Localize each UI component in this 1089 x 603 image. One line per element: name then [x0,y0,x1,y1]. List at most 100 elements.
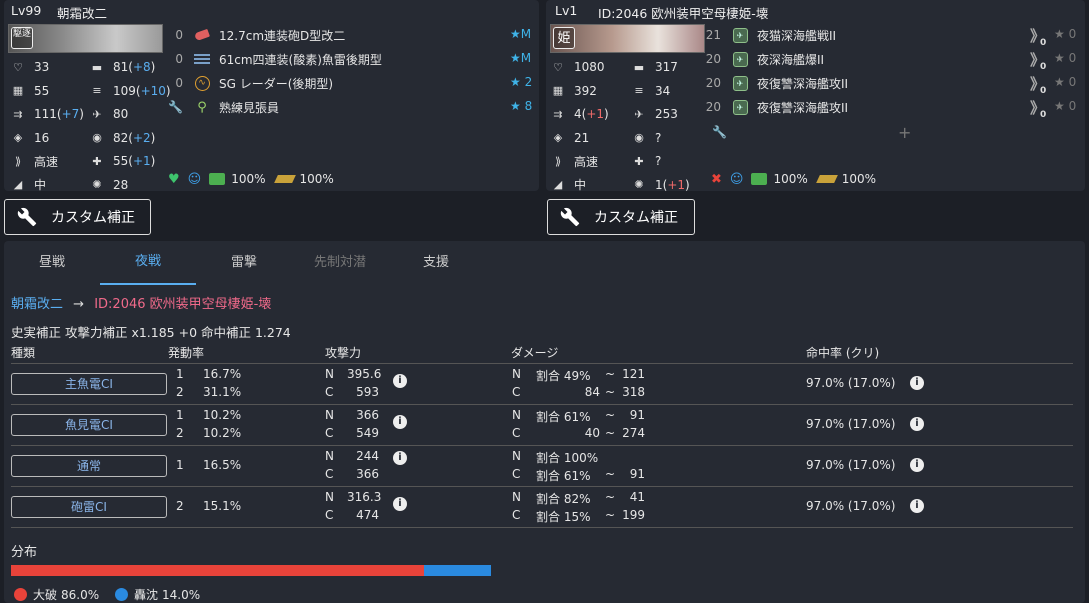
fuel-value: 100% [773,172,808,186]
ammo-value: 100% [299,172,334,186]
star-icon[interactable]: ★ 0 [1054,75,1076,89]
damage-min: 割合 49% [536,369,591,383]
stat-firepower: ▬ 81 (+8) [90,59,156,75]
stat-armor: ▦ 392 [551,83,597,99]
rate-value: 10.2% [203,408,242,422]
proficiency-chevron-icon[interactable]: 》0 [1030,25,1046,48]
hit-info-icon[interactable]: i [910,458,924,472]
stat-luck: ✚ 55 (+1) [90,153,155,169]
hit-info-icon[interactable]: i [910,417,924,431]
attacker-card: Lv99 朝霜改二 駆逐 ♡ 33 ▬ 81 (+8) ▦ 55 ≡ 109 (+10) ⇉ 111(… [4,0,539,193]
proficiency-chevron-icon[interactable]: 》0 [1030,97,1046,120]
rate-index: 2 [176,385,184,399]
route-attacker[interactable]: 朝霜改二 [11,297,63,312]
table-row: 魚見電CI 1 10.2% 2 10.2% N 366 C 549 i N 割合 61% ~91 C 40 ~… [11,405,1073,446]
rate-index: 1 [176,458,184,472]
equipment-slot[interactable]: 21 ✈ 夜猫深海艦戦II [699,26,836,44]
route-defender[interactable]: ID:2046 欧州装甲空母棲姫-壊 [94,297,271,312]
attack-type-button[interactable]: 魚見電CI [11,414,167,436]
power-kind: C [325,508,334,522]
distribution-title: 分布 [11,545,38,560]
attack-type-button[interactable]: 通常 [11,455,167,477]
equipment-slot[interactable]: 0 12.7cm連装砲D型改二 [161,26,345,44]
equipment-slot[interactable]: 0 61cm四連装(酸素)魚雷後期型 [161,50,382,68]
power-info-icon[interactable]: i [393,374,407,388]
damage-min: 割合 15% [536,510,591,524]
damage-sep: ~ [605,490,616,504]
damage-sep: ~ [605,367,616,381]
star-icon[interactable]: ★ 0 [1054,27,1076,41]
attacker-banner[interactable]: 駆逐 [8,24,163,53]
evasion-icon: ⇉ [13,107,23,121]
equipment-slot[interactable]: 20 ✈ 夜復讐深海艦攻II [699,74,848,92]
hit-rate: 97.0% (17.0%) [806,458,896,472]
stat-aa: ✈ 253 [632,106,678,122]
stat-bonus: (+1) [581,107,609,121]
custom-button-label: カスタム補正 [594,210,678,226]
equipment-slot[interactable]: 0 ∿ SG レーダー(後期型) [161,74,333,92]
stat-heart: ♡ 33 [11,59,49,75]
fuel-icon [751,173,768,185]
legend-blue-dot [115,588,128,601]
aa-icon: ✈ [634,107,644,121]
equipment-slot[interactable]: 🔧 ⚲ 熟練見張員 [161,98,279,116]
stat-value: 33 [34,60,50,74]
stat-value: 28 [113,177,129,192]
power-info-icon[interactable]: i [393,415,407,429]
stat-value: 高速 [574,154,599,169]
tab-night[interactable]: 夜戦 [100,241,196,285]
improvement-level: ★M [510,51,532,65]
hit-info-icon[interactable]: i [910,499,924,513]
equipment-slot[interactable]: 20 ✈ 夜深海艦爆II [699,50,824,68]
damage-min: 割合 82% [536,492,591,506]
equipment-name: 61cm四連装(酸素)魚雷後期型 [219,52,382,67]
power-info-icon[interactable]: i [393,451,407,465]
improvement-level: ★ 2 [510,75,533,89]
defender-banner[interactable]: 姫 [550,24,705,53]
attack-type-button[interactable]: 砲雷CI [11,496,167,518]
stat-evasion: ⇉ 111 (+7) [11,106,84,122]
heart-status-icon: ♥ [168,171,180,187]
extra-slot-add[interactable]: + [898,123,911,142]
stat-torpedo: ≡ 34 [632,83,670,99]
wrench-icon: ⚲ [197,99,207,115]
stat-value: 80 [113,107,129,121]
stat-bonus: (+2) [128,130,156,145]
stat-value: 111 [34,107,57,121]
tab-day[interactable]: 昼戦 [4,241,100,285]
proficiency-chevron-icon[interactable]: 》0 [1030,73,1046,96]
accuracy-icon: ✺ [92,178,102,191]
attacker-name[interactable]: 朝霜改二 [57,3,107,22]
proficiency-chevron-icon[interactable]: 》0 [1030,49,1046,72]
damage-kind: C [512,508,521,522]
stat-value: 109 [113,83,136,98]
table-header: 種類 発動率 攻撃力 ダメージ 命中率 (クリ) [11,342,1073,364]
power-info-icon[interactable]: i [393,497,407,511]
slot-count: 20 [705,76,721,90]
attacker-custom-button[interactable]: カスタム補正 [4,199,151,235]
phase-tabs: 昼戦 夜戦 雷撃 先制対潜 支援 [4,241,484,285]
stat-range: ◢ 中 [11,177,46,193]
legend-red-dot [14,588,27,601]
tab-opening-asw[interactable]: 先制対潜 [292,241,388,285]
damage-min: 割合 61% [536,469,591,483]
equipment-slot[interactable]: 20 ✈ 夜復讐深海艦攻II [699,98,848,116]
tab-torpedo[interactable]: 雷撃 [196,241,292,285]
star-icon[interactable]: ★ 0 [1054,99,1076,113]
defender-custom-button[interactable]: カスタム補正 [547,199,695,235]
defender-name[interactable]: ID:2046 欧州装甲空母棲姫-壊 [598,3,768,22]
col-rate: 発動率 [168,346,205,360]
hit-rate: 97.0% (17.0%) [806,499,896,513]
arrow-icon: → [73,297,85,312]
tab-support[interactable]: 支援 [388,241,484,285]
speed-icon: ⟫ [554,154,562,168]
attack-type-button[interactable]: 主魚電CI [11,373,167,395]
radar-icon: ∿ [193,75,211,91]
star-icon[interactable]: ★ 0 [1054,51,1076,65]
hit-info-icon[interactable]: i [910,376,924,390]
stat-value: 21 [574,130,590,145]
proficiency-value: 0 [1040,38,1047,48]
stat-value: 中 [34,178,47,192]
damage-max: 274 [622,426,645,440]
power-value: 366 [356,408,379,422]
